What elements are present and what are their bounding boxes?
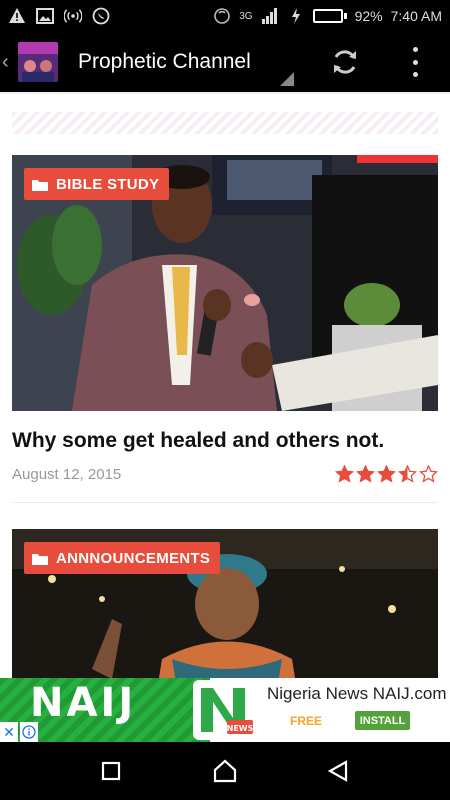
post-image[interactable]: BIBLE STUDY (12, 155, 438, 411)
post-meta: August 12, 2015 (12, 465, 438, 483)
charging-icon (287, 7, 305, 25)
category-label: BIBLE STUDY (56, 175, 160, 193)
navigation-bar (0, 742, 450, 800)
app-logo[interactable]: NEWS (193, 680, 255, 740)
back-icon[interactable] (323, 756, 353, 786)
app-bar: ‹ Prophetic Channel (0, 32, 450, 92)
hotspot-icon (64, 7, 82, 25)
close-ad-icon[interactable]: ✕ (0, 722, 18, 742)
network-type: 3G (239, 10, 253, 22)
overflow-menu-icon[interactable] (405, 45, 425, 79)
battery-icon (312, 9, 347, 23)
home-icon[interactable] (210, 756, 240, 786)
whatsapp-icon (92, 7, 110, 25)
spinner-indicator-icon[interactable] (280, 72, 294, 86)
star-icon (356, 465, 375, 483)
divider (12, 502, 438, 503)
category-badge[interactable]: ANNNOUNCEMENTS (24, 542, 221, 574)
decorative-pattern (12, 112, 438, 134)
status-bar: 3G 92% 7:40 AM (0, 0, 450, 32)
ad-brand: NAIJ (30, 680, 137, 726)
warning-icon (8, 7, 26, 25)
post-date: August 12, 2015 (12, 465, 122, 483)
refresh-icon[interactable] (330, 47, 360, 77)
star-icon (377, 465, 396, 483)
ad-title[interactable]: Nigeria News NAIJ.com (267, 684, 447, 704)
category-label: ANNNOUNCEMENTS (56, 549, 211, 567)
gallery-icon (36, 7, 54, 25)
folder-icon (32, 178, 48, 191)
install-button[interactable]: INSTALL (355, 711, 410, 730)
post-feed[interactable]: BIBLE STUDY Why some get healed and othe… (0, 92, 450, 678)
post-image[interactable]: ANNNOUNCEMENTS (12, 529, 438, 678)
star-icon (419, 465, 438, 483)
divider (0, 92, 450, 94)
back-chevron-icon[interactable]: ‹ (2, 51, 16, 74)
star-icon (398, 465, 417, 483)
category-badge[interactable]: BIBLE STUDY (24, 168, 170, 200)
info-icon[interactable] (20, 722, 38, 742)
free-label: FREE (290, 714, 323, 728)
clock: 7:40 AM (390, 8, 442, 24)
folder-icon (32, 552, 48, 565)
ad-banner[interactable]: NAIJ ✕ NEWS Nigeria News NAIJ.com FREE I… (0, 678, 450, 742)
app-logo[interactable] (18, 42, 58, 82)
battery-percent: 92% (354, 8, 383, 24)
post-title[interactable]: Why some get healed and others not. (12, 429, 438, 453)
signal-icon (261, 7, 279, 25)
recent-apps-icon[interactable] (96, 756, 126, 786)
app-title: Prophetic Channel (78, 50, 251, 73)
post-card[interactable]: BIBLE STUDY Why some get healed and othe… (12, 155, 438, 483)
rating-stars (335, 465, 438, 483)
nfc-icon (213, 7, 231, 25)
star-icon (335, 465, 354, 483)
news-badge: NEWS (227, 724, 254, 733)
post-card[interactable]: ANNNOUNCEMENTS (12, 529, 438, 678)
